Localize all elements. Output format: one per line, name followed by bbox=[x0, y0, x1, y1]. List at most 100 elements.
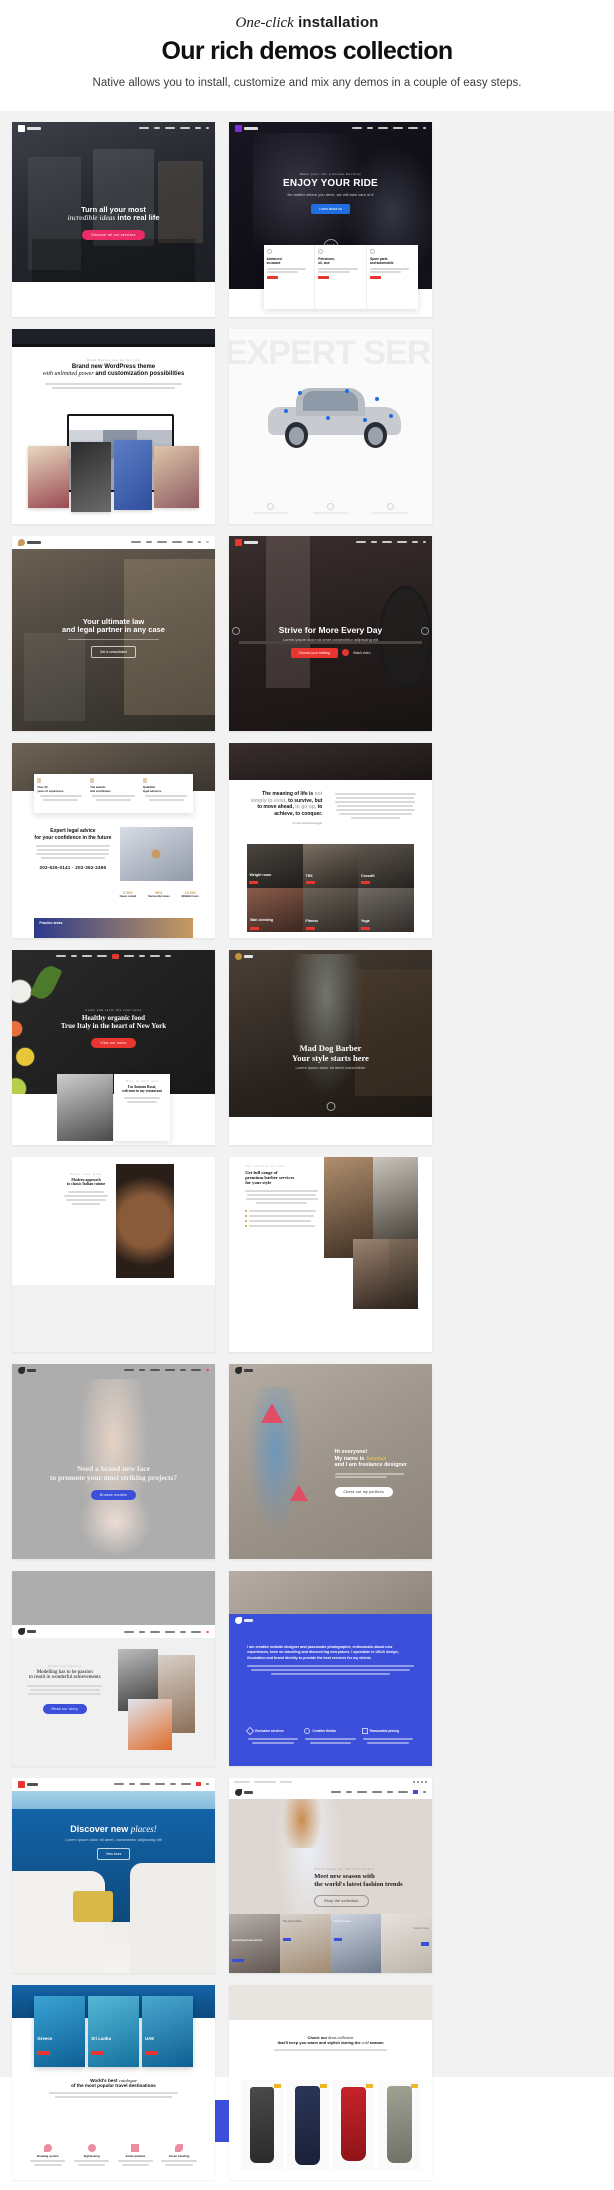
demo-card-freelance-detail[interactable]: I am creative website designer and passi… bbox=[229, 1570, 432, 1766]
demo-logo bbox=[18, 1628, 36, 1636]
demo-card-it-company[interactable]: Turn all your most incredible ideas into… bbox=[12, 121, 215, 317]
destination-name: Greece bbox=[37, 2036, 53, 2042]
demo-card-law-firm[interactable]: Your ultimate law and legal partner in a… bbox=[12, 535, 215, 731]
travel-service-label: Booking system bbox=[37, 2153, 59, 2158]
demo-hero-button[interactable]: Choose your training bbox=[290, 647, 338, 658]
demo-card-modelling-agency[interactable]: Need a brand new face to promote your mo… bbox=[12, 1363, 215, 1559]
demo-hero-title-b: into real life bbox=[117, 213, 160, 223]
demo-hero-button[interactable]: View tours bbox=[96, 1848, 131, 1861]
demo-hero-kicker: Fresh looks for the new season bbox=[314, 1867, 375, 1872]
chef-title-b: welcome to my restaurant bbox=[122, 1089, 162, 1094]
dish-title-b: to classic Italian cuisine bbox=[66, 1182, 106, 1187]
demo-thumbnail: Check our dress collection that'll keep … bbox=[229, 1984, 432, 2180]
demos-grid: Turn all your most incredible ideas into… bbox=[12, 121, 602, 2190]
demo-card-law-firm-detail[interactable]: Over 20 years of experience The awards a… bbox=[12, 742, 215, 938]
law-stat-label: Cases solved bbox=[119, 894, 137, 898]
law-phone-numbers: 202-526-0141 · 202-362-2496 bbox=[39, 864, 107, 870]
scroll-down-icon[interactable] bbox=[326, 1101, 335, 1111]
page-title: Our rich demos collection bbox=[161, 37, 454, 65]
demo-thumbnail: Fresh looks for the new season Meet new … bbox=[229, 1777, 432, 1973]
demo-hero-title-a: Discover new bbox=[70, 1824, 129, 1835]
demo-hero-kicker: Come and taste the real taste bbox=[85, 1008, 142, 1013]
demo-logo bbox=[18, 538, 41, 546]
demo-hero-subtitle: Lorem ipsum dolor sit amet consectetur a… bbox=[282, 637, 379, 643]
section-kicker: What Native can do for you bbox=[87, 357, 140, 362]
demo-hero-text: Mad Dog Barber Your style starts here Lo… bbox=[229, 1043, 432, 1070]
barber-section-kicker: Our services for you bbox=[245, 1164, 286, 1169]
demo-hero-text: Fresh looks for the new season Meet new … bbox=[314, 1867, 424, 1907]
law-section-title-b: for your confidence in the future bbox=[34, 834, 112, 841]
demo-hero-button[interactable]: Get a consultation bbox=[90, 645, 137, 658]
demo-card-barbershop[interactable]: Mad Dog Barber Your style starts here Lo… bbox=[229, 949, 432, 1145]
demo-hero-button[interactable]: Browse models bbox=[90, 1489, 137, 1500]
demo-navbar bbox=[12, 1777, 215, 1791]
demo-hero-subtitle: Lorem ipsum dolor sit amet consectetur bbox=[295, 1065, 366, 1071]
demo-thumbnail: Strive for More Every Day Lorem ipsum do… bbox=[229, 535, 432, 731]
gym-quote-author: Arnold Schwarzenegger bbox=[292, 821, 323, 826]
demo-navbar bbox=[12, 122, 215, 135]
demo-hero-title-b: and legal partner in any case bbox=[62, 625, 165, 635]
freelance-intro: I am creative website designer and passi… bbox=[247, 1644, 399, 1660]
demo-logo bbox=[235, 124, 258, 132]
demo-card-travel-agency[interactable]: Discover new places! Lorem ipsum dolor s… bbox=[12, 1777, 215, 1973]
demo-thumbnail: Make your car a dream machine ENJOY YOUR… bbox=[229, 121, 432, 317]
demo-nav-menu bbox=[124, 1368, 209, 1372]
demo-hero-button[interactable]: View our menu bbox=[91, 1037, 136, 1048]
demo-hero-title-a: Mad Dog Barber bbox=[299, 1043, 362, 1054]
demo-card-it-company-detail[interactable]: What Native can do for you Brand new Wor… bbox=[12, 328, 215, 524]
demo-navbar bbox=[229, 950, 432, 963]
demo-hero-button[interactable]: Shop the collection bbox=[314, 1894, 369, 1907]
demo-hero-text: Your ultimate law and legal partner in a… bbox=[12, 617, 215, 658]
demo-hero-button-secondary[interactable]: Watch video bbox=[353, 651, 370, 655]
demo-hero-button[interactable]: Check out my portfolio bbox=[334, 1486, 393, 1497]
demo-thumbnail: What Native can do for you Brand new Wor… bbox=[12, 328, 215, 524]
demo-thumbnail: Your ultimate law and legal partner in a… bbox=[12, 535, 215, 731]
demo-card-gym-detail[interactable]: The meaning of life is not simply to exi… bbox=[229, 742, 432, 938]
demo-hero-title: ENJOY YOUR RIDE bbox=[283, 178, 378, 190]
demo-nav-menu bbox=[56, 953, 171, 959]
demo-hero-text: Turn all your most incredible ideas into… bbox=[12, 205, 215, 242]
demo-hero-title-a: Meet new season with bbox=[314, 1873, 375, 1881]
demo-logo bbox=[235, 538, 258, 546]
demo-hero-button[interactable]: Discover all our services bbox=[82, 230, 145, 241]
demo-card-car-service[interactable]: Make your car a dream machine ENJOY YOUR… bbox=[229, 121, 432, 317]
section-title-b: and customization possibilities bbox=[95, 371, 185, 378]
demo-logo bbox=[235, 952, 253, 960]
demo-hero-title-b: to promote your most striking projects? bbox=[49, 1472, 178, 1482]
demo-card-restaurant-detail[interactable]: Enjoy your meal Modern approach to class… bbox=[12, 1156, 215, 1352]
watermark-text: EXPERT SER bbox=[229, 334, 431, 373]
demo-card-modelling-detail[interactable]: About our agency Modelling has to be pas… bbox=[12, 1570, 215, 1766]
demo-nav-menu bbox=[139, 126, 209, 130]
demo-navbar bbox=[12, 950, 215, 963]
gym-quote-a: The meaning of life is bbox=[262, 791, 314, 798]
demo-card-car-service-detail[interactable]: EXPERT SER bbox=[229, 328, 432, 524]
fashion-promo-b: that'll keep you warm and stylish during… bbox=[277, 2040, 361, 2046]
demo-thumbnail: Hi everyone! My name is Jonathan and I a… bbox=[229, 1363, 432, 1559]
demo-navbar bbox=[229, 122, 432, 135]
demo-nav-menu bbox=[352, 126, 426, 130]
demo-thumbnail: Turn all your most incredible ideas into… bbox=[12, 121, 215, 317]
demo-card-freelance-designer[interactable]: Hi everyone! My name is Jonathan and I a… bbox=[229, 1363, 432, 1559]
model-section-title-b: to result in wonderful achievements bbox=[28, 1675, 101, 1681]
demo-hero-title-a: Healthy organic food bbox=[82, 1014, 145, 1023]
demo-card-fashion-shop[interactable]: Fresh looks for the new season Meet new … bbox=[229, 1777, 432, 1973]
demo-thumbnail: Mad Dog Barber Your style starts here Lo… bbox=[229, 949, 432, 1145]
demo-card-restaurant[interactable]: Come and taste the real taste Healthy or… bbox=[12, 949, 215, 1145]
demo-hero-text: Make your car a dream machine ENJOY YOUR… bbox=[229, 172, 432, 215]
demo-nav-menu bbox=[124, 1630, 209, 1634]
dish-kicker: Enjoy your meal bbox=[70, 1172, 102, 1177]
demo-card-fashion-detail[interactable]: Check our dress collection that'll keep … bbox=[229, 1984, 432, 2180]
demo-card-travel-detail[interactable]: Greece Sri Lanka UAE World's best catalo… bbox=[12, 1984, 215, 2180]
demo-navbar bbox=[229, 536, 432, 549]
demo-hero-title-italic: Jonathan bbox=[365, 1455, 387, 1462]
play-icon[interactable] bbox=[151, 849, 161, 859]
demo-hero-subtitle: Lorem ipsum dolor sit amet, consectetur … bbox=[65, 1837, 162, 1843]
demo-hero-title-c: and I am freelance designer bbox=[334, 1462, 407, 1469]
demo-hero-button[interactable]: Learn about us bbox=[311, 204, 350, 215]
demo-logo bbox=[18, 1780, 38, 1788]
barber-section-title-c: for your style bbox=[245, 1180, 272, 1186]
demo-thumbnail: Come and taste the real taste Healthy or… bbox=[12, 949, 215, 1145]
demo-card-gym-fitness[interactable]: Strive for More Every Day Lorem ipsum do… bbox=[229, 535, 432, 731]
model-section-button[interactable]: Read our story bbox=[42, 1704, 87, 1715]
demo-card-barbershop-detail[interactable]: Our services for you Get full range of p… bbox=[229, 1156, 432, 1352]
